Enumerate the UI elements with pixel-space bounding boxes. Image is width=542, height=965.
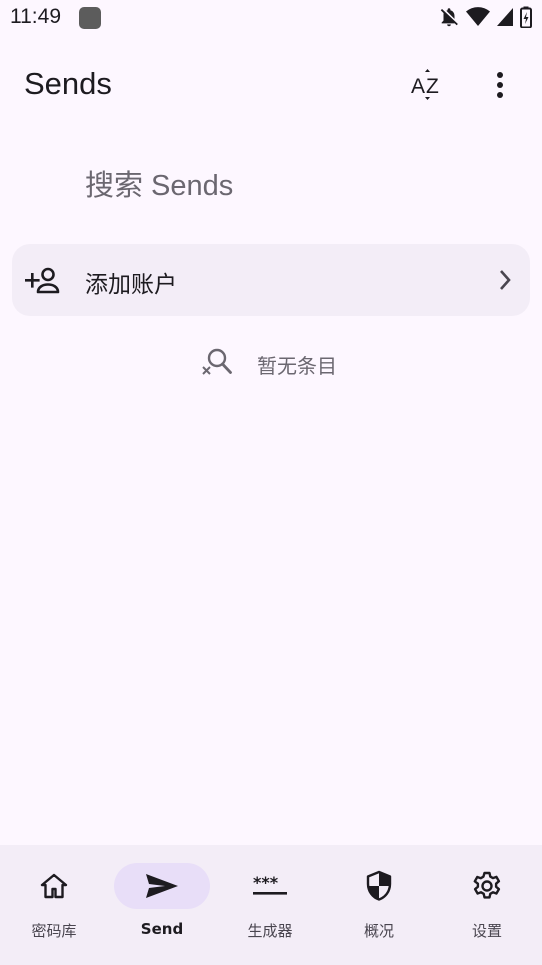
sort-button[interactable]: A Z (402, 60, 452, 110)
search-off-icon (200, 347, 234, 381)
nav-item-send[interactable]: Send (108, 845, 216, 965)
top-app-bar: Sends A Z (0, 52, 542, 116)
chevron-right-icon (498, 269, 512, 295)
nav-item-settings[interactable]: 设置 (433, 845, 541, 965)
nav-indicator (114, 863, 210, 909)
person-add-icon (24, 266, 60, 298)
password-generator-icon: *** (253, 875, 287, 895)
svg-text:***: *** (253, 875, 279, 892)
page-title: Sends (24, 66, 112, 101)
status-icons (438, 6, 532, 28)
nav-label: 生成器 (247, 922, 293, 940)
search-placeholder: 搜索 Sends (85, 170, 234, 202)
notifications-off-icon (440, 8, 458, 27)
bottom-navigation: 密码库 Send *** 生成器 概况 设置 (0, 845, 542, 965)
nav-item-vault[interactable]: 密码库 (0, 845, 108, 965)
nav-indicator (439, 863, 535, 909)
sort-az-icon: A Z (411, 69, 439, 100)
cell-signal-icon (497, 8, 513, 26)
more-options-button[interactable] (476, 60, 524, 110)
add-account-button[interactable]: 添加账户 (12, 244, 530, 316)
empty-state: 暂无条目 (0, 340, 542, 384)
send-icon (146, 874, 178, 898)
svg-text:A: A (411, 75, 425, 98)
status-bar: 11:49 (0, 0, 542, 36)
nav-label: 密码库 (31, 922, 77, 940)
nav-label: Send (140, 920, 184, 938)
nav-label: 概况 (363, 922, 394, 940)
app-notification-icon (79, 7, 101, 29)
nav-indicator (331, 863, 427, 909)
status-time: 11:49 (10, 5, 61, 28)
nav-item-overview[interactable]: 概况 (325, 845, 433, 965)
nav-item-generator[interactable]: *** 生成器 (216, 845, 324, 965)
battery-icon (520, 6, 532, 28)
home-icon (40, 873, 68, 899)
nav-indicator (6, 863, 102, 909)
search-input[interactable]: 搜索 Sends (0, 152, 542, 210)
gear-icon (473, 871, 501, 899)
wifi-icon (466, 7, 490, 26)
nav-label: 设置 (471, 922, 502, 940)
add-account-label: 添加账户 (85, 272, 177, 298)
more-vert-icon (497, 72, 503, 98)
empty-state-label: 暂无条目 (257, 354, 337, 378)
shield-icon (366, 870, 392, 901)
nav-indicator: *** (222, 863, 318, 909)
svg-text:Z: Z (426, 75, 439, 98)
